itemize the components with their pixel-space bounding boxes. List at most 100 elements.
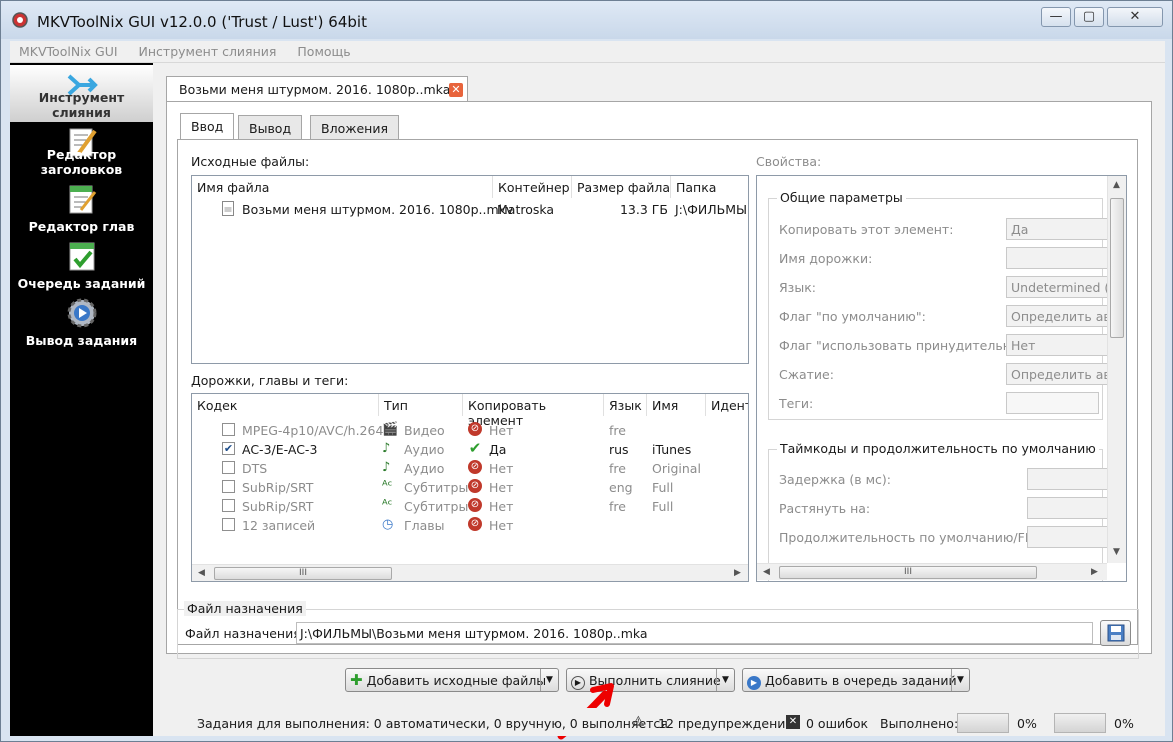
track-type: Субтитры bbox=[404, 499, 469, 514]
track-codec: 12 записей bbox=[242, 518, 316, 533]
scroll-thumb[interactable]: III bbox=[214, 567, 392, 580]
no-entry-icon: ⊘ bbox=[468, 460, 482, 474]
scroll-up-icon[interactable]: ▲ bbox=[1113, 180, 1120, 190]
menu-mkvtoolnix[interactable]: MKVToolNix GUI bbox=[10, 41, 126, 59]
property-field[interactable]: Undetermined (und) bbox=[1006, 276, 1116, 298]
menu-merge-tool[interactable]: Инструмент слияния bbox=[130, 41, 285, 59]
document-panel: Ввод Вывод Вложения Исходные файлы: Имя … bbox=[166, 101, 1152, 654]
scroll-left-icon[interactable]: ◀ bbox=[198, 568, 205, 578]
track-checkbox[interactable] bbox=[222, 518, 235, 531]
menu-bar: MKVToolNix GUI Инструмент слияния Помощь bbox=[10, 41, 1165, 63]
no-entry-icon: ⊘ bbox=[468, 517, 482, 531]
property-field[interactable]: Да bbox=[1006, 218, 1116, 240]
column-header-name[interactable]: Имя bbox=[647, 394, 706, 416]
track-codec: AC-3/E-AC-3 bbox=[242, 442, 318, 457]
destination-input[interactable]: J:\ФИЛЬМЫ\Возьми меня штурмом. 2016. 108… bbox=[296, 622, 1093, 644]
property-field[interactable] bbox=[1027, 526, 1117, 548]
scroll-right-icon[interactable]: ▶ bbox=[734, 568, 741, 578]
column-header-filename[interactable]: Имя файла bbox=[192, 176, 493, 198]
track-codec: SubRip/SRT bbox=[242, 480, 314, 495]
warnings-status[interactable]: 12 предупреждений bbox=[658, 716, 794, 731]
track-copy: Нет bbox=[489, 499, 514, 514]
sidebar-item-header-editor[interactable]: Редактор заголовков bbox=[10, 122, 153, 179]
scroll-right-icon[interactable]: ▶ bbox=[1091, 567, 1098, 577]
track-checkbox[interactable] bbox=[222, 461, 235, 474]
errors-status[interactable]: 0 ошибок bbox=[806, 716, 868, 731]
scroll-thumb[interactable] bbox=[1110, 198, 1124, 338]
table-row[interactable]: SubRip/SRT ᴬᶜ Субтитры ⊘ Нет fre Full bbox=[192, 496, 748, 515]
total-progress-bar bbox=[1054, 713, 1106, 733]
timecodes-title: Таймкоды и продолжительность по умолчани… bbox=[777, 441, 1099, 456]
add-source-files-button[interactable]: ✚ Добавить исходные файлы ▼ bbox=[345, 668, 559, 692]
menu-help[interactable]: Помощь bbox=[288, 41, 358, 59]
tab-output[interactable]: Вывод bbox=[238, 115, 303, 140]
column-header-type[interactable]: Тип bbox=[379, 394, 463, 416]
property-field[interactable]: Определить автоматически bbox=[1006, 363, 1116, 385]
table-row[interactable]: SubRip/SRT ᴬᶜ Субтитры ⊘ Нет eng Full bbox=[192, 477, 748, 496]
close-window-button[interactable]: ✕ bbox=[1107, 7, 1163, 27]
track-checkbox[interactable] bbox=[222, 480, 235, 493]
sidebar-item-job-output[interactable]: Вывод задания bbox=[10, 293, 153, 350]
chapters-icon: ◷ bbox=[382, 517, 394, 532]
maximize-button[interactable]: ▢ bbox=[1074, 7, 1104, 27]
table-row[interactable]: 12 записей ◷ Главы ⊘ Нет bbox=[192, 515, 748, 534]
browse-destination-button[interactable] bbox=[1100, 620, 1131, 646]
add-source-files-label: Добавить исходные файлы bbox=[366, 673, 547, 688]
minimize-button[interactable]: — bbox=[1041, 7, 1071, 27]
tab-attachments[interactable]: Вложения bbox=[310, 115, 399, 140]
properties-vertical-scrollbar[interactable]: ▲ ▼ bbox=[1107, 176, 1126, 563]
track-checkbox[interactable] bbox=[222, 423, 235, 436]
track-name: Full bbox=[652, 499, 674, 514]
track-type: Главы bbox=[404, 518, 445, 533]
table-row[interactable]: DTS ♪ Аудио ⊘ Нет fre Original bbox=[192, 458, 748, 477]
tab-input[interactable]: Ввод bbox=[180, 113, 235, 140]
audio-icon: ♪ bbox=[382, 460, 391, 475]
sidebar-item-label: Редактор заголовков bbox=[40, 147, 123, 177]
tracks-list[interactable]: Кодек Тип Копировать элемент Язык Имя Ид… bbox=[191, 393, 749, 582]
property-field[interactable] bbox=[1006, 392, 1099, 414]
current-progress-value: 0% bbox=[1017, 716, 1037, 731]
property-label: Растянуть на: bbox=[779, 501, 871, 516]
sidebar-item-label: Очередь заданий bbox=[17, 276, 146, 291]
source-files-list[interactable]: Имя файла Контейнер Размер файла Папка В… bbox=[191, 175, 749, 364]
document-tab[interactable]: Возьми меня штурмом. 2016. 1080p..mka ✕ bbox=[166, 76, 468, 102]
column-header-copy[interactable]: Копировать элемент bbox=[463, 394, 604, 428]
sidebar-item-merge-tool[interactable]: Инструмент слияния bbox=[10, 65, 153, 122]
column-header-container[interactable]: Контейнер bbox=[493, 176, 572, 198]
sidebar-item-job-queue[interactable]: Очередь заданий bbox=[10, 236, 153, 293]
table-row[interactable]: Возьми меня штурмом. 2016. 1080p..mkv Ma… bbox=[192, 199, 748, 219]
tracks-horizontal-scrollbar[interactable]: ◀ III ▶ bbox=[192, 564, 748, 581]
chevron-down-icon[interactable]: ▼ bbox=[951, 669, 969, 691]
property-field[interactable]: Нет bbox=[1006, 334, 1116, 356]
video-icon: 🎬 bbox=[382, 422, 399, 437]
table-row[interactable]: MPEG-4p10/AVC/h.264 🎬 Видео ⊘ Нет fre bbox=[192, 420, 748, 439]
track-language: fre bbox=[609, 423, 626, 438]
property-field[interactable] bbox=[1006, 247, 1116, 269]
column-header-folder[interactable]: Папка bbox=[671, 176, 748, 198]
sidebar-item-chapter-editor[interactable]: Редактор глав bbox=[10, 179, 153, 236]
track-name: Full bbox=[652, 480, 674, 495]
column-header-id[interactable]: Идент bbox=[706, 394, 748, 416]
property-field[interactable] bbox=[1027, 497, 1117, 519]
column-header-language[interactable]: Язык bbox=[604, 394, 647, 416]
track-checkbox[interactable] bbox=[222, 499, 235, 512]
table-row[interactable]: ✔ AC-3/E-AC-3 ♪ Аудио ✔ Да rus iTunes bbox=[192, 439, 748, 458]
property-label: Теги: bbox=[779, 396, 814, 411]
save-icon bbox=[1107, 624, 1125, 642]
property-field[interactable] bbox=[1027, 468, 1117, 490]
scroll-thumb[interactable]: III bbox=[779, 566, 1037, 579]
job-output-icon bbox=[67, 298, 96, 328]
add-to-queue-button[interactable]: ▶ Добавить в очередь заданий ▼ bbox=[742, 668, 970, 692]
track-language: eng bbox=[609, 480, 633, 495]
scroll-down-icon[interactable]: ▼ bbox=[1113, 547, 1120, 557]
close-tab-icon[interactable]: ✕ bbox=[449, 83, 463, 97]
track-checkbox[interactable]: ✔ bbox=[222, 442, 235, 455]
properties-horizontal-scrollbar[interactable]: ◀ III ▶ bbox=[757, 563, 1107, 580]
column-header-size[interactable]: Размер файла bbox=[572, 176, 671, 198]
scroll-left-icon[interactable]: ◀ bbox=[763, 567, 770, 577]
property-field[interactable]: Определить автоматически bbox=[1006, 305, 1116, 327]
sidebar: Инструмент слияния Редактор заголовков Р… bbox=[10, 63, 153, 736]
column-header-codec[interactable]: Кодек bbox=[192, 394, 379, 416]
property-label: Задержка (в мс): bbox=[779, 472, 891, 487]
chevron-down-icon[interactable]: ▼ bbox=[716, 669, 734, 691]
